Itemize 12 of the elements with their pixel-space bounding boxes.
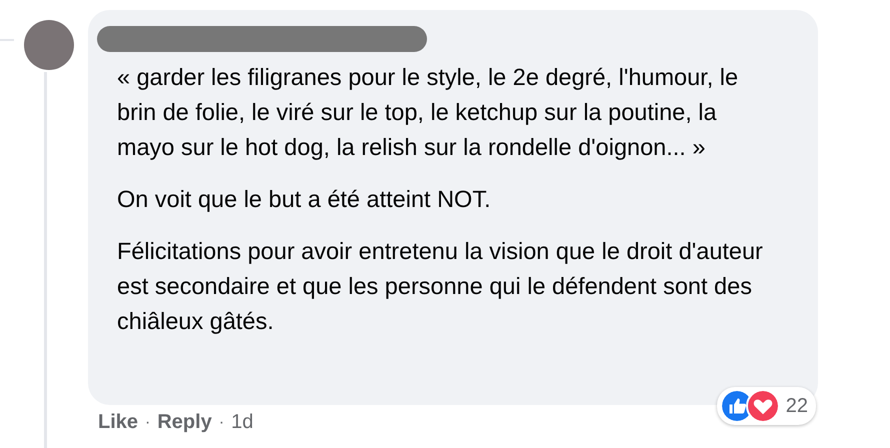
comment-text: On voit que le but a été atteint NOT. [117, 185, 492, 214]
heart-icon [746, 389, 780, 423]
separator-dot: · [145, 414, 150, 432]
comment-text: « garder les filigranes pour le style, le 2e degré, l'humour, le brin de folie, le viré sur le top, le ketchup sur la poutine, la mayo sur le hot dog, la relish sur la rondelle d'oignon... » [117, 63, 740, 162]
comment-text: Félicitations pour avoir entretenu la vision que le droit d'auteur est secondaire et que les personne qui le défendent sont des chiâleux gâtés. [117, 237, 764, 336]
reactions-badge[interactable]: 22 [716, 387, 816, 425]
reaction-count: 22 [786, 394, 808, 418]
separator-dot: · [218, 414, 224, 432]
comment-action-link[interactable]: Like [98, 411, 138, 434]
comment-time[interactable]: 1d [231, 411, 254, 434]
comment-action-link[interactable]: Reply [157, 411, 212, 434]
avatar[interactable] [24, 20, 74, 70]
